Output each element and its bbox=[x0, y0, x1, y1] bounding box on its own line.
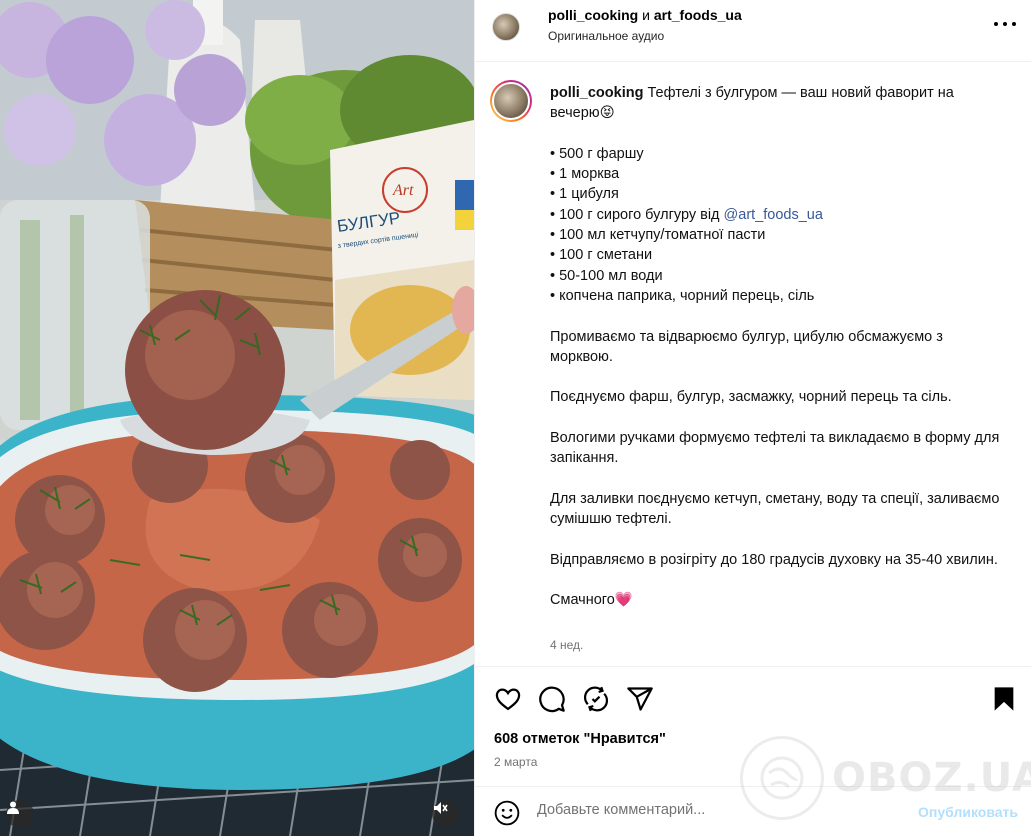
speaker-muted-icon bbox=[434, 802, 448, 814]
caption-text: polli_cooking Тефтелі з булгуром — ваш н… bbox=[550, 83, 1000, 611]
more-options-button[interactable] bbox=[994, 18, 1016, 30]
share-icon bbox=[627, 687, 653, 711]
repost-icon bbox=[583, 686, 609, 712]
caption-username[interactable]: polli_cooking bbox=[550, 85, 643, 101]
bookmark-icon bbox=[994, 687, 1014, 711]
post-header: polli_cooking и art_foods_ua Оригинально… bbox=[475, 0, 1031, 62]
ingredient-item: • 500 г фаршу bbox=[550, 145, 644, 162]
ingredient-item: • 100 г сметани bbox=[550, 247, 653, 264]
post-authors: polli_cooking и art_foods_ua bbox=[548, 7, 742, 24]
recipe-step: Поєднуємо фарш, булгур, засмажку, чорний… bbox=[550, 389, 952, 406]
more-horizontal-icon bbox=[994, 22, 998, 26]
comment-icon bbox=[539, 686, 565, 713]
audio-label[interactable]: Оригинальное аудио bbox=[548, 29, 664, 43]
author-username[interactable]: polli_cooking bbox=[548, 7, 638, 23]
post-comment-button[interactable]: Опубликовать bbox=[918, 804, 1018, 820]
post-media[interactable]: Art БУЛГУР з твердих сортів пшениці bbox=[0, 0, 474, 836]
heart-icon bbox=[495, 688, 521, 711]
user-icon bbox=[7, 801, 19, 814]
caption-section: polli_cooking Тефтелі з булгуром — ваш н… bbox=[475, 62, 1031, 666]
ingredient-item: • 1 морква bbox=[550, 166, 620, 183]
recipe-step: Промиваємо та відварюємо булгур, цибулю … bbox=[550, 328, 943, 365]
recipe-step: Вологими ручками формуємо тефтелі та вик… bbox=[550, 430, 1000, 467]
post-date[interactable]: 2 марта bbox=[494, 755, 537, 769]
emoji-button[interactable] bbox=[494, 800, 520, 826]
avatar[interactable] bbox=[492, 13, 520, 41]
avatar bbox=[492, 82, 530, 120]
mute-button[interactable] bbox=[432, 800, 460, 828]
ingredient-item: • копчена паприка, чорний перець, сіль bbox=[550, 287, 815, 304]
authors-conjunction: и bbox=[642, 7, 650, 23]
caption-timestamp[interactable]: 4 нед. bbox=[550, 638, 583, 652]
ingredient-text: • 100 г сирого булгуру від bbox=[550, 206, 724, 223]
repost-button[interactable] bbox=[582, 685, 610, 713]
comment-input[interactable] bbox=[537, 802, 897, 818]
ingredient-item: • 50-100 мл води bbox=[550, 267, 663, 284]
share-button[interactable] bbox=[626, 685, 654, 713]
like-button[interactable] bbox=[494, 685, 522, 713]
package-brand: Art bbox=[392, 182, 414, 199]
tagged-users-button[interactable] bbox=[6, 800, 34, 828]
likes-count[interactable]: 608 отметок "Нравится" bbox=[494, 731, 666, 747]
recipe-step: Відправляємо в розігріту до 180 градусів… bbox=[550, 551, 998, 568]
collab-username[interactable]: art_foods_ua bbox=[654, 7, 742, 23]
ingredient-item: • 100 г сирого булгуру від @art_foods_ua bbox=[550, 205, 1000, 225]
comment-bar: Опубликовать bbox=[475, 786, 1031, 836]
mention-link[interactable]: @art_foods_ua bbox=[724, 207, 823, 223]
food-photo: Art БУЛГУР з твердих сортів пшениці bbox=[0, 0, 474, 836]
emoji-icon bbox=[494, 800, 520, 826]
caption-closing: Смачного💗 bbox=[550, 592, 633, 609]
ingredient-item: • 1 цибуля bbox=[550, 186, 619, 203]
recipe-step: Для заливки поєднуємо кетчуп, сметану, в… bbox=[550, 490, 1000, 528]
avatar-story-ring[interactable] bbox=[490, 80, 532, 122]
comment-button[interactable] bbox=[538, 685, 566, 713]
save-button[interactable] bbox=[990, 685, 1018, 713]
post-details-panel: polli_cooking и art_foods_ua Оригинально… bbox=[474, 0, 1031, 836]
ingredient-item: • 100 мл кетчупу/томатної пасти bbox=[550, 227, 766, 244]
post-actions: 608 отметок "Нравится" 2 марта bbox=[475, 666, 1031, 786]
